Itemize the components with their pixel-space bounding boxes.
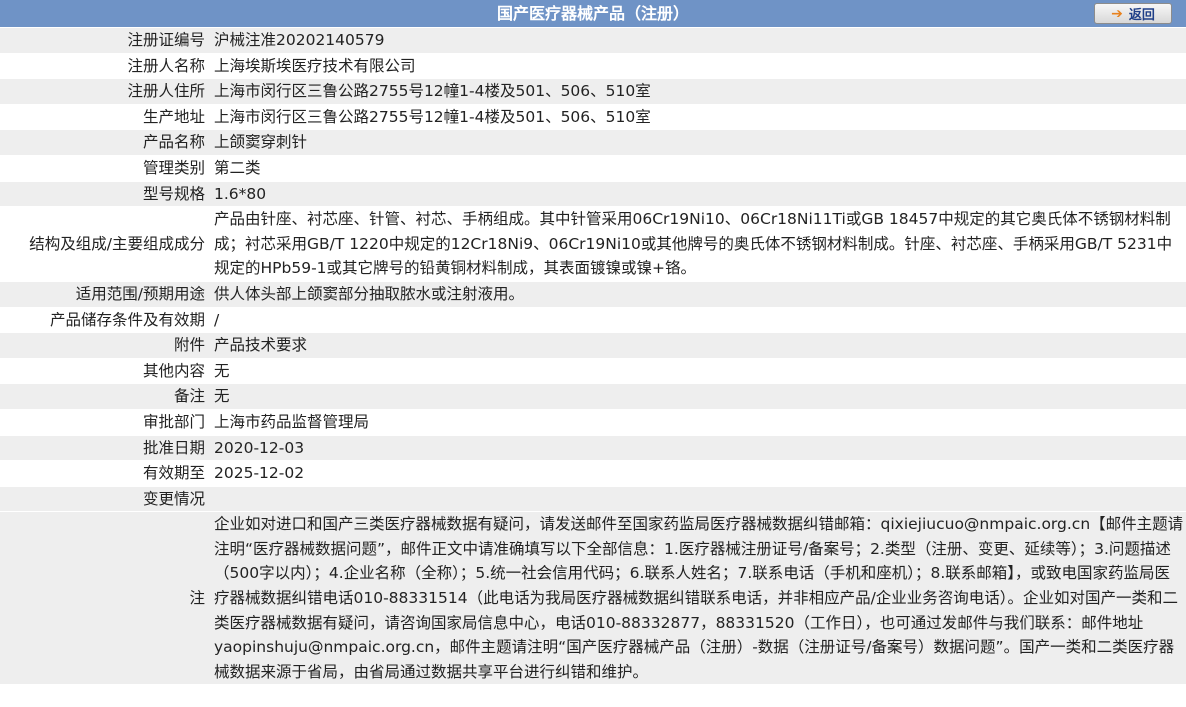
table-row: 附件 产品技术要求	[0, 332, 1186, 359]
table-row: 变更情况	[0, 486, 1186, 513]
field-label: 生产地址	[0, 104, 208, 131]
table-row: 生产地址 上海市闵行区三鲁公路2755号12幢1-4楼及501、506、510室	[0, 104, 1186, 131]
table-row: 适用范围/预期用途 供人体头部上颌窦部分抽取脓水或注射液用。	[0, 281, 1186, 308]
field-label: 其他内容	[0, 358, 208, 385]
field-label: 有效期至	[0, 460, 208, 487]
table-row: 备注无	[0, 383, 1186, 410]
field-value: 上海市药品监督管理局	[208, 409, 1186, 436]
note-row: 注企业如对进口和国产三类医疗器械数据有疑问，请发送邮件至国家药监局医疗器械数据纠…	[0, 511, 1186, 686]
field-value: 第二类	[208, 155, 1186, 182]
field-value: 沪械注准20202140579	[208, 28, 1186, 54]
note-label: 注	[0, 511, 208, 686]
page-header: 国产医疗器械产品（注册） ➔ 返回	[0, 0, 1186, 28]
note-text: 企业如对进口和国产三类医疗器械数据有疑问，请发送邮件至国家药监局医疗器械数据纠错…	[208, 511, 1186, 686]
field-value: /	[208, 307, 1186, 334]
field-label: 备注	[0, 383, 208, 410]
field-value: 无	[208, 358, 1186, 385]
table-row: 型号规格 1.6*80	[0, 181, 1186, 208]
back-button-label: 返回	[1128, 8, 1155, 23]
field-label: 适用范围/预期用途	[0, 281, 208, 308]
field-label: 型号规格	[0, 181, 208, 208]
page-title: 国产医疗器械产品（注册）	[496, 4, 689, 23]
field-value: 产品技术要求	[208, 332, 1186, 359]
field-value: 产品由针座、衬芯座、针管、衬芯、手柄组成。其中针管采用06Cr19Ni10、06…	[208, 206, 1186, 282]
field-value	[208, 486, 1186, 513]
table-row: 产品名称 上颌窦穿刺针	[0, 129, 1186, 156]
field-label: 变更情况	[0, 486, 208, 513]
field-value: 2025-12-02	[208, 460, 1186, 487]
field-label: 注册证编号	[0, 28, 208, 54]
back-button[interactable]: ➔ 返回	[1094, 3, 1172, 24]
table-row: 其他内容无	[0, 358, 1186, 385]
field-value: 上海市闵行区三鲁公路2755号12幢1-4楼及501、506、510室	[208, 104, 1186, 131]
field-value: 供人体头部上颌窦部分抽取脓水或注射液用。	[208, 281, 1186, 308]
field-value: 上海埃斯埃医疗技术有限公司	[208, 53, 1186, 80]
table-row: 注册人名称 上海埃斯埃医疗技术有限公司	[0, 53, 1186, 80]
table-row: 审批部门 上海市药品监督管理局	[0, 409, 1186, 436]
detail-table: 注册证编号 沪械注准20202140579 注册人名称 上海埃斯埃医疗技术有限公司 注册…	[0, 28, 1186, 686]
field-label: 产品储存条件及有效期	[0, 307, 208, 334]
field-label: 管理类别	[0, 155, 208, 182]
table-row: 注册证编号 沪械注准20202140579	[0, 28, 1186, 54]
field-value: 1.6*80	[208, 181, 1186, 208]
field-label: 结构及组成/主要组成成分	[0, 206, 208, 282]
field-value: 上颌窦穿刺针	[208, 129, 1186, 156]
field-label: 附件	[0, 332, 208, 359]
field-label: 产品名称	[0, 129, 208, 156]
field-label: 注册人住所	[0, 78, 208, 105]
field-value: 2020-12-03	[208, 435, 1186, 462]
field-label: 注册人名称	[0, 53, 208, 80]
field-label: 审批部门	[0, 409, 208, 436]
table-row: 有效期至 2025-12-02	[0, 460, 1186, 487]
table-row: 产品储存条件及有效期 /	[0, 307, 1186, 334]
field-label: 批准日期	[0, 435, 208, 462]
table-row: 批准日期 2020-12-03	[0, 435, 1186, 462]
table-row: 结构及组成/主要组成成分 产品由针座、衬芯座、针管、衬芯、手柄组成。其中针管采用0…	[0, 206, 1186, 282]
arrow-right-icon: ➔	[1111, 5, 1123, 22]
table-row: 注册人住所 上海市闵行区三鲁公路2755号12幢1-4楼及501、506、510室	[0, 78, 1186, 105]
table-row: 管理类别 第二类	[0, 155, 1186, 182]
field-value: 无	[208, 383, 1186, 410]
field-value: 上海市闵行区三鲁公路2755号12幢1-4楼及501、506、510室	[208, 78, 1186, 105]
